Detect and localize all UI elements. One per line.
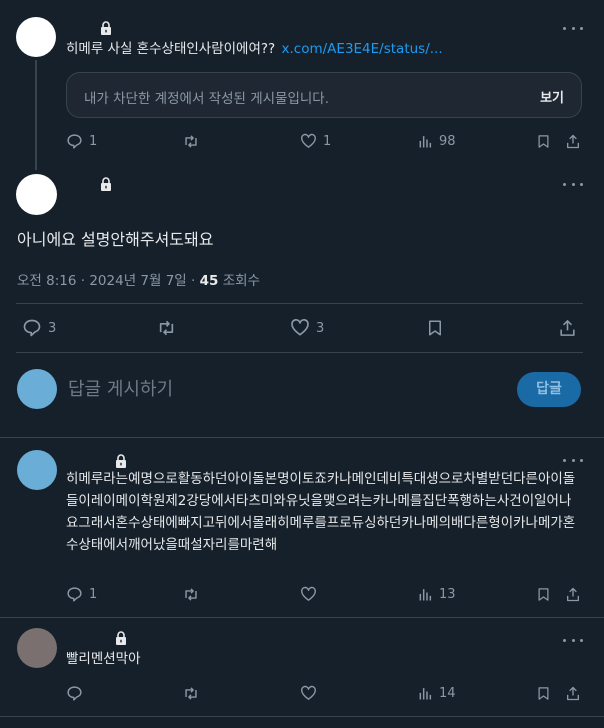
reply-icon <box>23 319 41 337</box>
repost-button[interactable] <box>182 133 200 150</box>
avatar[interactable] <box>16 174 57 215</box>
analytics-icon <box>419 688 432 700</box>
blocked-notice-text: 내가 차단한 계정에서 작성된 게시물입니다. <box>84 91 330 107</box>
like-count: 3 <box>316 320 325 336</box>
more-options-icon[interactable] <box>563 25 583 31</box>
like-button[interactable] <box>300 685 317 702</box>
tweet-time[interactable]: 오전 8:16 <box>17 273 76 289</box>
like-button[interactable] <box>300 586 317 603</box>
reply-button[interactable]: 3 <box>22 318 56 338</box>
reply-icon <box>67 134 82 149</box>
heart-icon <box>291 319 309 336</box>
views-button[interactable]: 13 <box>417 586 456 603</box>
separator: · <box>80 273 86 289</box>
bookmark-icon <box>429 320 441 336</box>
repost-icon <box>185 588 197 601</box>
share-button[interactable] <box>565 685 581 702</box>
thread-line <box>35 60 37 170</box>
repost-button[interactable] <box>182 685 200 702</box>
heart-icon <box>301 685 316 700</box>
avatar[interactable] <box>17 628 57 668</box>
divider <box>0 617 604 618</box>
reply-submit-button[interactable]: 답글 <box>517 372 581 407</box>
repost-icon <box>185 687 197 700</box>
reply-button[interactable]: 1 <box>66 586 97 603</box>
more-options-icon[interactable] <box>563 457 583 463</box>
share-button[interactable] <box>565 133 581 150</box>
like-count: 1 <box>323 134 332 149</box>
share-icon <box>567 587 579 602</box>
tweet-text: 빨리멘션막아 <box>66 651 141 667</box>
view-count: 13 <box>439 587 456 602</box>
view-count: 45 <box>199 273 219 289</box>
separator: · <box>191 273 196 289</box>
bookmark-button[interactable] <box>426 318 444 338</box>
reply-button[interactable]: 1 <box>66 133 97 150</box>
view-count: 98 <box>439 134 456 149</box>
repost-button[interactable] <box>182 586 200 603</box>
reply-icon <box>67 686 82 701</box>
quoted-link[interactable]: x.com/AE3E4E/status/... <box>282 41 443 57</box>
reply-button[interactable] <box>66 685 83 702</box>
like-button[interactable]: 1 <box>300 133 331 150</box>
avatar[interactable] <box>17 450 57 490</box>
lock-icon <box>101 177 111 191</box>
tweet-text: 히메루 사실 혼수상태인사람이에여?? x.com/AE3E4E/status/… <box>66 38 443 60</box>
tweet-text: 히메루라는예명으로활동하던아이돌본명이토죠카나메인데비특대생으로차별받던다른아이… <box>66 471 576 553</box>
heart-icon <box>301 586 316 601</box>
divider <box>0 437 604 438</box>
bookmark-icon <box>538 135 549 148</box>
divider <box>0 716 604 717</box>
share-button[interactable] <box>558 318 577 338</box>
reply-count: 1 <box>89 587 98 602</box>
views-button[interactable]: 98 <box>417 133 456 150</box>
bookmark-icon <box>538 687 549 700</box>
divider <box>16 303 583 304</box>
lock-icon <box>116 454 126 468</box>
analytics-icon <box>419 136 432 148</box>
reply-input[interactable]: 답글 게시하기 <box>68 375 173 401</box>
view-label: 조회수 <box>222 273 260 289</box>
repost-button[interactable] <box>156 318 177 338</box>
share-icon <box>567 134 579 149</box>
bookmark-button[interactable] <box>536 685 551 702</box>
share-icon <box>567 686 579 701</box>
analytics-icon <box>419 589 432 601</box>
avatar <box>17 369 57 409</box>
like-button[interactable]: 3 <box>290 318 324 338</box>
bookmark-icon <box>538 588 549 601</box>
reply-count: 3 <box>48 320 57 336</box>
views-button[interactable]: 14 <box>417 685 456 702</box>
tweet-text-body: 히메루 사실 혼수상태인사람이에여?? <box>66 41 276 57</box>
view-button[interactable]: 보기 <box>540 87 564 106</box>
more-options-icon[interactable] <box>563 637 583 643</box>
lock-icon <box>116 631 126 645</box>
reply-icon <box>67 587 82 602</box>
tweet-meta: 오전 8:16 · 2024년 7월 7일 · 45 조회수 <box>17 269 260 289</box>
share-button[interactable] <box>565 586 581 603</box>
tweet-date[interactable]: 2024년 7월 7일 <box>89 273 186 289</box>
avatar[interactable] <box>16 17 56 57</box>
reply-count: 1 <box>89 134 98 149</box>
bookmark-button[interactable] <box>536 133 551 150</box>
share-icon <box>560 320 575 336</box>
divider <box>16 352 583 353</box>
heart-icon <box>301 133 316 148</box>
more-options-icon[interactable] <box>563 181 583 187</box>
blocked-notice-card: 내가 차단한 계정에서 작성된 게시물입니다. 보기 <box>66 72 582 118</box>
view-count: 14 <box>439 686 456 701</box>
repost-icon <box>159 320 174 336</box>
repost-icon <box>185 135 197 148</box>
lock-icon <box>101 21 111 35</box>
bookmark-button[interactable] <box>536 586 551 603</box>
tweet-text: 아니에요 설명안해주셔도돼요 <box>17 230 214 249</box>
